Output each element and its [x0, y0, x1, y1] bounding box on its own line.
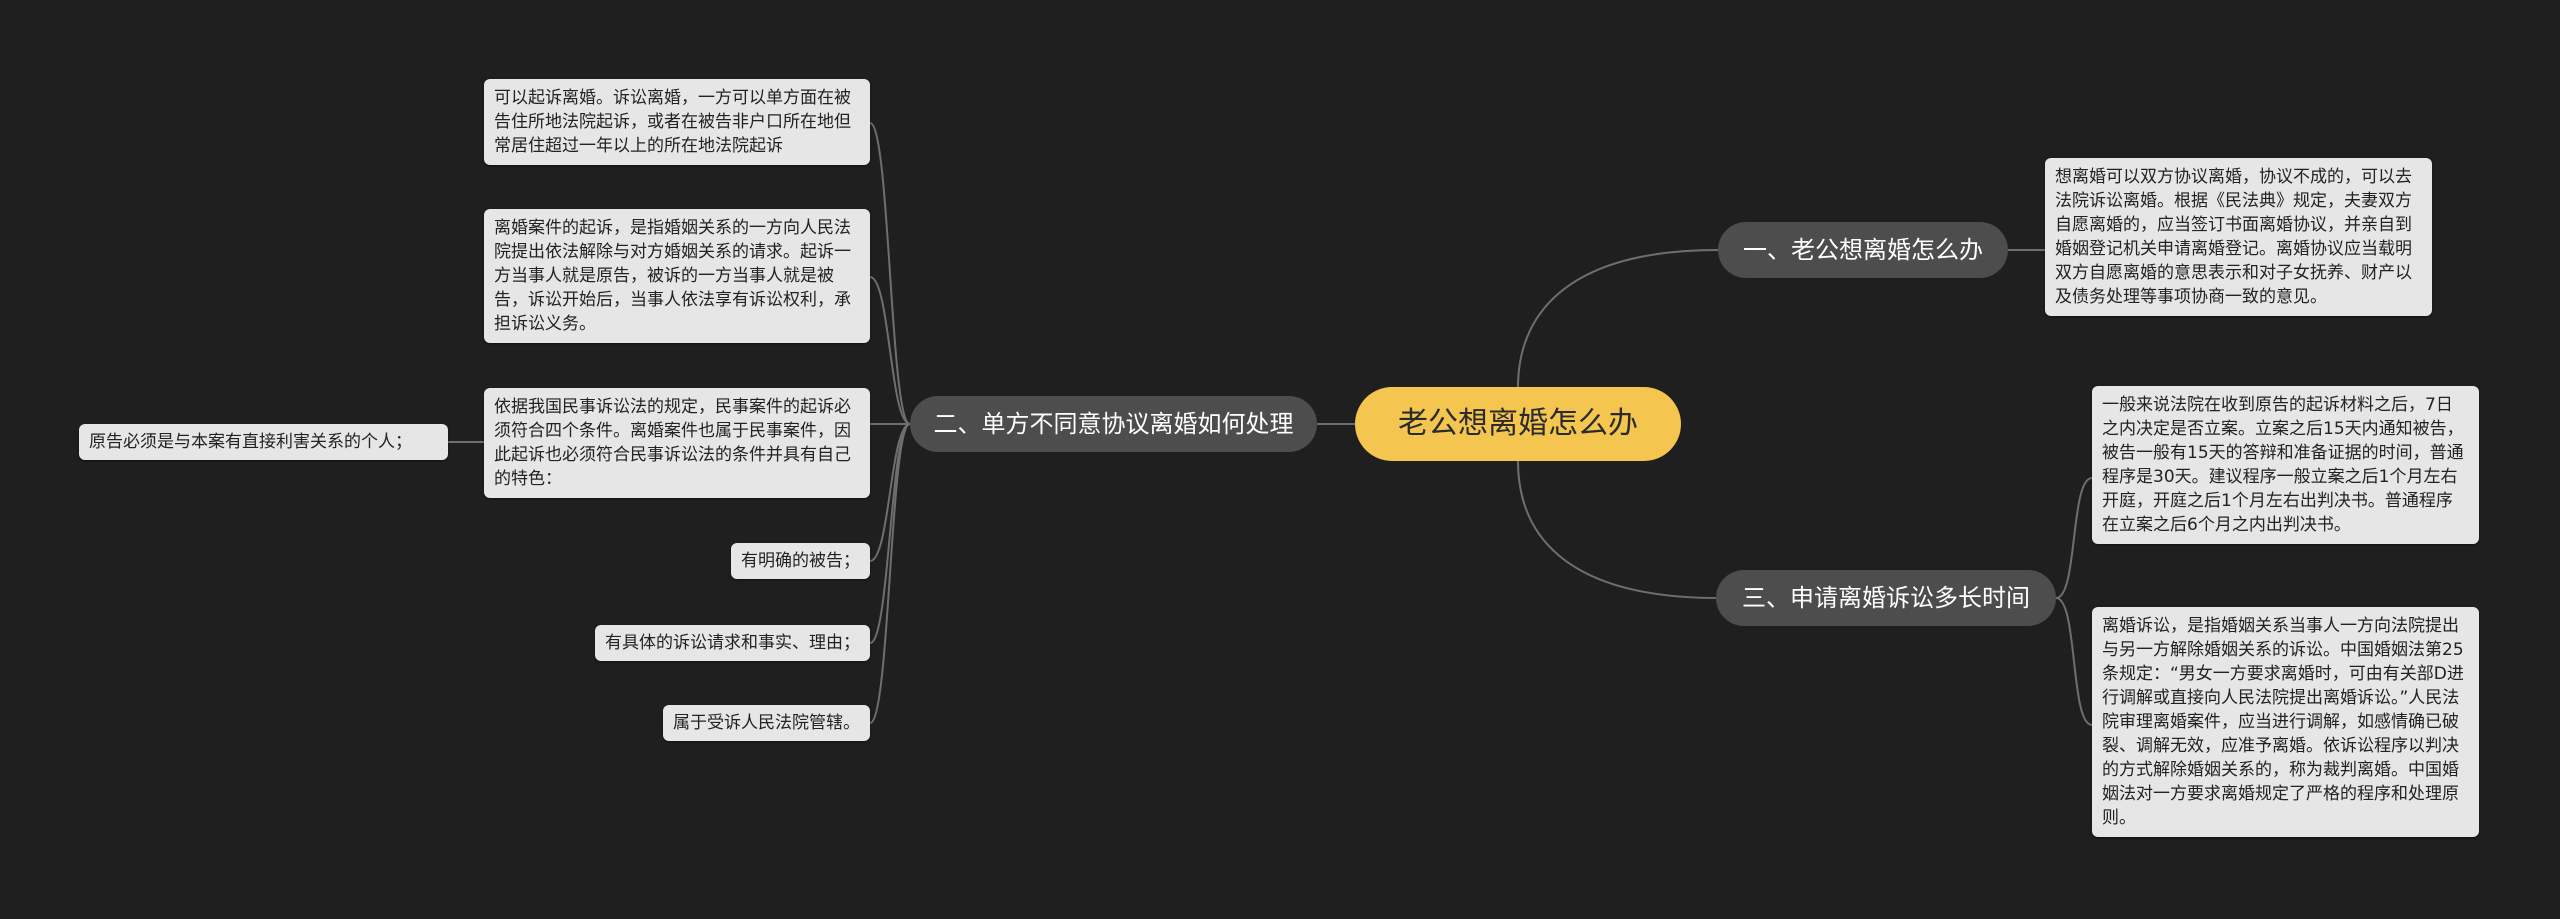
connector-branch-2-leaf-6 — [869, 423, 911, 724]
branch-2-leaf-1[interactable]: 可以起诉离婚。诉讼离婚，一方可以单方面在被告住所地法院起诉，或者在被告非户口所在… — [484, 79, 870, 165]
branch-2-leaf-3[interactable]: 依据我国民事诉讼法的规定，民事案件的起诉必须符合四个条件。离婚案件也属于民事案件… — [484, 388, 870, 498]
connector-branch-2-leaf-2 — [869, 276, 911, 425]
branch-2-leaf-5[interactable]: 有具体的诉讼请求和事实、理由； — [595, 625, 870, 661]
branch-2-leaf-2[interactable]: 离婚案件的起诉，是指婚姻关系的一方向人民法院提出依法解除与对方婚姻关系的请求。起… — [484, 209, 870, 343]
branch-2-leaf-6[interactable]: 属于受诉人民法院管辖。 — [663, 705, 870, 741]
branch-topic-1[interactable]: 一、老公想离婚怎么办 — [1718, 222, 2008, 278]
branch-topic-3[interactable]: 三、申请离婚诉讼多长时间 — [1716, 570, 2056, 626]
branch-3-leaf-2[interactable]: 离婚诉讼，是指婚姻关系当事人一方向法院提出与另一方解除婚姻关系的诉讼。中国婚姻法… — [2092, 607, 2479, 837]
connector-branch-3-leaf-1 — [2055, 477, 2093, 599]
connector-root-branch-3 — [1517, 460, 1719, 599]
connector-branch-2-leaf-5 — [869, 423, 911, 644]
branch-2-subleaf[interactable]: 原告必须是与本案有直接利害关系的个人； — [79, 424, 448, 460]
branch-topic-2[interactable]: 二、单方不同意协议离婚如何处理 — [910, 396, 1317, 452]
connector-root-branch-1 — [1517, 249, 1719, 388]
root-topic[interactable]: 老公想离婚怎么办 — [1355, 387, 1681, 461]
branch-1-leaf-1[interactable]: 想离婚可以双方协议离婚，协议不成的，可以去法院诉讼离婚。根据《民法典》规定，夫妻… — [2045, 158, 2432, 316]
branch-2-leaf-4[interactable]: 有明确的被告； — [731, 543, 870, 579]
branch-3-leaf-1[interactable]: 一般来说法院在收到原告的起诉材料之后，7日之内决定是否立案。立案之后15天内通知… — [2092, 386, 2479, 544]
connector-branch-3-leaf-2 — [2055, 597, 2093, 726]
connector-branch-2-leaf-1 — [869, 122, 911, 425]
